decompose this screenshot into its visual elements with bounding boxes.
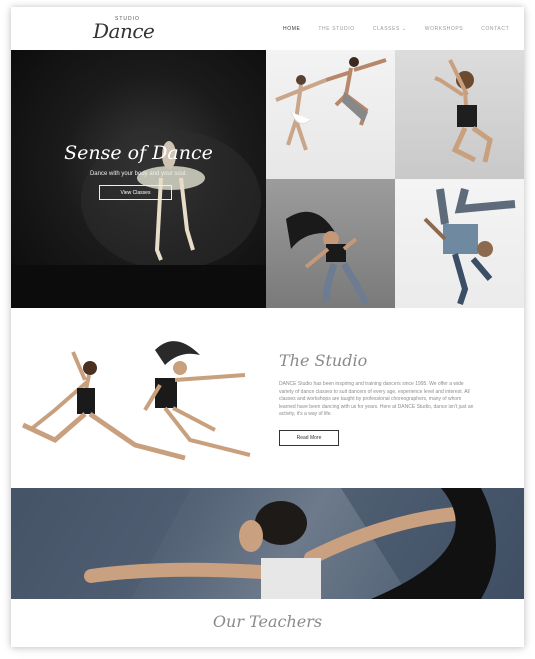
view-classes-button[interactable]: View Classes <box>99 185 172 200</box>
photo-tile-couple <box>266 50 395 179</box>
hero-title: Sense of Dance <box>64 142 213 164</box>
nav-workshops[interactable]: WORKSHOPS <box>425 26 463 32</box>
site-header: STUDIO Dance HOME THE STUDIO CLASSES ⌄ WO… <box>11 7 524 50</box>
nav-classes-label: CLASSES <box>372 26 400 32</box>
site-logo[interactable]: STUDIO Dance <box>93 16 155 44</box>
nav-contact[interactable]: CONTACT <box>481 26 509 32</box>
hero-subtitle: Dance with your body and your soul. <box>89 171 188 177</box>
studio-section: The Studio DANCE Studio has been inspiri… <box>11 308 524 488</box>
nav-the-studio[interactable]: THE STUDIO <box>318 26 354 32</box>
logo-main-text: Dance <box>93 19 155 43</box>
browser-frame: STUDIO Dance HOME THE STUDIO CLASSES ⌄ WO… <box>11 7 524 647</box>
yoga-banner-image <box>11 488 524 599</box>
hero-section: Sense of Dance Dance with your body and … <box>11 50 266 308</box>
photo-tile-jumper <box>395 50 524 179</box>
nav-classes[interactable]: CLASSES ⌄ <box>373 26 407 32</box>
read-more-button[interactable]: Read More <box>279 430 339 446</box>
photo-tile-hair-dancer <box>266 179 395 308</box>
hero-dancer-image <box>11 130 266 308</box>
studio-title: The Studio <box>279 351 368 370</box>
studio-description: DANCE Studio has been inspiring and trai… <box>279 381 474 417</box>
photo-tile-breakdancer <box>395 179 524 308</box>
chevron-down-icon: ⌄ <box>401 26 407 32</box>
teachers-section: Our Teachers <box>11 599 524 647</box>
teachers-title: Our Teachers <box>212 612 323 631</box>
main-nav: HOME THE STUDIO CLASSES ⌄ WORKSHOPS CONTA… <box>283 26 524 32</box>
nav-home[interactable]: HOME <box>283 26 300 32</box>
studio-dancers-image <box>15 330 255 465</box>
